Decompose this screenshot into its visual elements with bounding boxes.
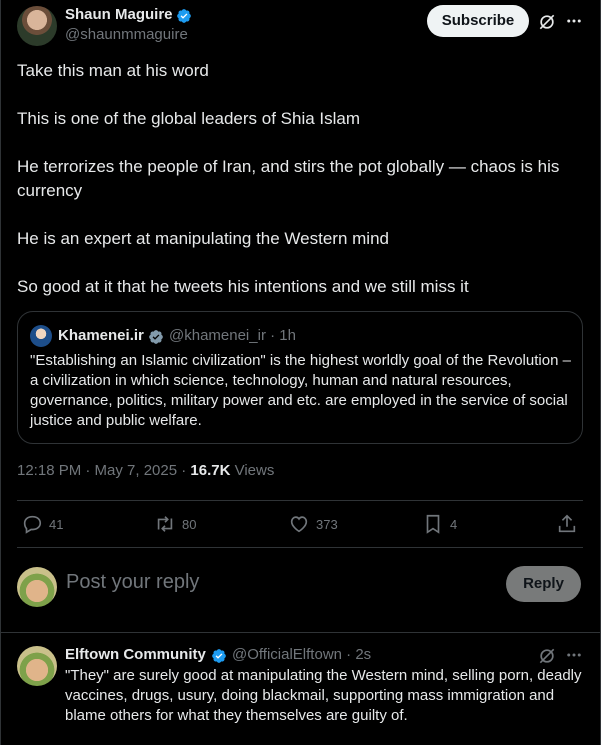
like-action[interactable]: 373 [288, 513, 338, 535]
like-count: 373 [316, 516, 338, 532]
author-avatar[interactable] [17, 6, 57, 46]
grok-icon[interactable] [537, 12, 557, 32]
verified-badge-icon [149, 330, 163, 344]
views-count: 16.7K [190, 462, 231, 479]
reply-author-handle[interactable]: @OfficialElftown · 2s [232, 646, 371, 663]
tweet-text: Take this man at his word This is one of… [17, 59, 582, 299]
more-icon[interactable] [565, 646, 583, 664]
author-name[interactable]: Shaun Maguire [65, 6, 173, 23]
verified-badge-icon [212, 649, 226, 663]
verified-badge-icon [177, 9, 191, 23]
share-action[interactable] [556, 513, 578, 535]
more-icon[interactable] [565, 12, 583, 30]
repost-icon [157, 516, 173, 532]
reply-text: "They" are surely good at manipulating t… [65, 667, 582, 724]
bookmark-count: 4 [450, 516, 458, 532]
subscribe-button[interactable]: Subscribe [427, 5, 529, 37]
grok-icon[interactable] [537, 646, 557, 666]
views-label: Views [230, 462, 275, 479]
tweet-paragraph: This is one of the global leaders of Shi… [17, 109, 361, 128]
reply-action[interactable]: 41 [21, 513, 63, 535]
quoted-author-name[interactable]: Khamenei.ir [58, 327, 144, 344]
divider [1, 632, 600, 633]
reply-input[interactable]: Post your reply [66, 571, 199, 594]
quoted-tweet-text: "Establishing an Islamic civilization" i… [30, 352, 571, 429]
repost-action[interactable]: 80 [154, 513, 196, 535]
tweet-paragraph: Take this man at his word [17, 61, 209, 80]
reply-author-name[interactable]: Elftown Community [65, 646, 206, 663]
quoted-author-avatar[interactable] [30, 325, 52, 347]
repost-count: 80 [182, 516, 197, 532]
divider [17, 500, 583, 501]
tweet-paragraph: He terrorizes the people of Iran, and st… [17, 157, 560, 200]
reply-button[interactable]: Reply [506, 566, 581, 602]
quoted-author-handle[interactable]: @khamenei_ir · 1h [169, 327, 296, 344]
my-avatar[interactable] [17, 567, 57, 607]
share-icon [558, 514, 576, 533]
reply-icon [23, 515, 42, 534]
tweet-timestamp[interactable]: 12:18 PM · May 7, 2025 · [17, 462, 190, 479]
divider [17, 547, 583, 548]
like-icon [290, 516, 308, 533]
author-handle[interactable]: @shaunmmaguire [65, 26, 188, 43]
tweet-paragraph: He is an expert at manipulating the West… [17, 229, 389, 248]
bookmark-action[interactable]: 4 [422, 513, 457, 535]
tweet-meta: 12:18 PM · May 7, 2025 · 16.7K Views [17, 462, 274, 479]
tweet-paragraph: So good at it that he tweets his intenti… [17, 277, 469, 296]
reply-author-avatar[interactable] [17, 646, 57, 686]
bookmark-icon [426, 514, 440, 534]
reply-count: 41 [49, 516, 64, 532]
